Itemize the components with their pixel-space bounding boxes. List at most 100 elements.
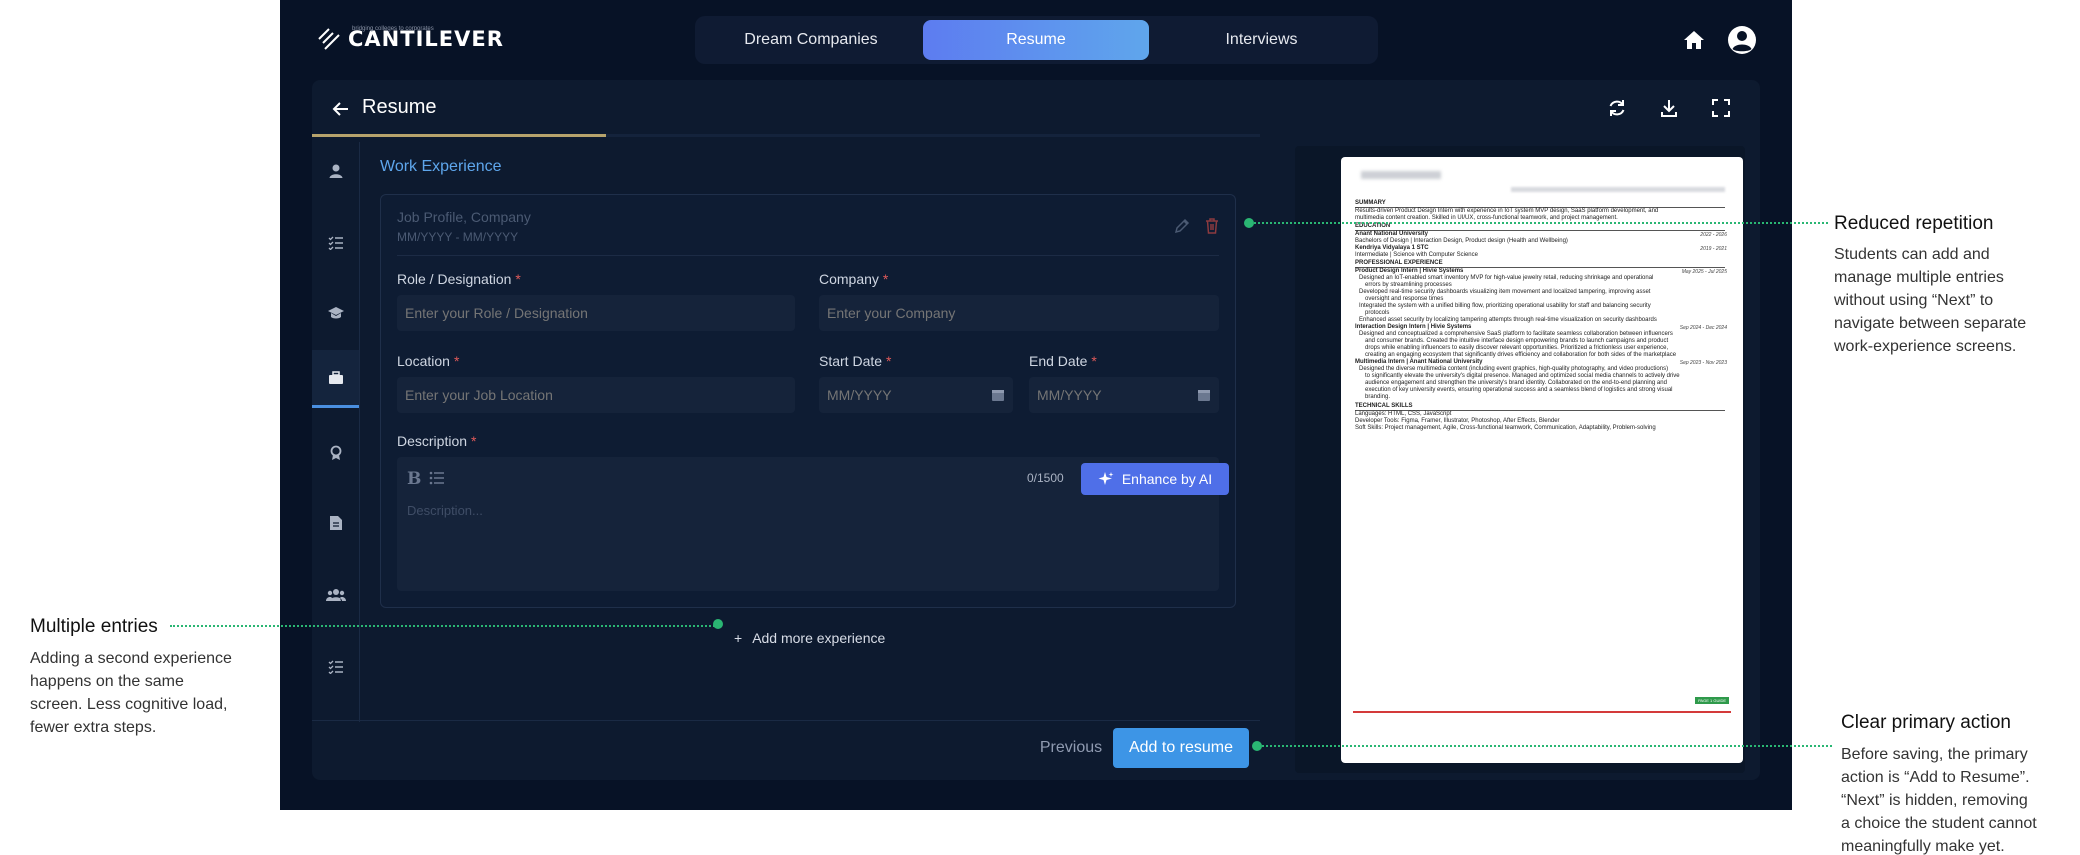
refresh-icon[interactable]: [1606, 97, 1628, 119]
page-guide-badge: PAGE 1 GUIDE: [1695, 697, 1729, 704]
resume-line: creating an engaging ecosystem that sign…: [1365, 352, 1677, 358]
resume-line: protocols: [1365, 310, 1390, 316]
back-arrow-icon[interactable]: [330, 98, 352, 120]
briefcase-icon: [328, 370, 343, 384]
bullet-list-icon[interactable]: [429, 471, 445, 485]
card-divider: [397, 255, 1219, 256]
resume-line: errors by streamlining processes: [1365, 282, 1452, 288]
sidebar-item-certificates[interactable]: [312, 494, 359, 552]
resume-line: to significantly elevate the university'…: [1365, 373, 1680, 379]
annotation-connector: [1254, 222, 1828, 224]
award-icon: [330, 445, 341, 460]
tab-resume[interactable]: Resume: [923, 20, 1149, 60]
annotation-reduced-repetition-body: Students can add and manage multiple ent…: [1834, 246, 2027, 355]
page-title: Resume: [362, 96, 437, 118]
resume-line: audience engagement and strengthen the u…: [1365, 380, 1667, 386]
resume-line: Integrated the system with a unified bil…: [1359, 303, 1651, 309]
description-editor[interactable]: B 0/1500 Enhance by AI Description...: [397, 457, 1229, 591]
app-window: CANTILEVER bridging colleges to corporat…: [280, 0, 1792, 810]
resume-line: Languages: HTML, CSS, JavaScript: [1355, 411, 1452, 417]
resume-line: Soft Skills: Project management, Agile, …: [1355, 425, 1656, 431]
end-date-input[interactable]: [1029, 377, 1219, 413]
card-dates: MM/YYYY - MM/YYYY: [397, 230, 519, 244]
resume-line: oversight and response times: [1365, 296, 1444, 302]
previous-button[interactable]: Previous: [1026, 728, 1116, 768]
annotation-multiple-entries-title: Multiple entries: [30, 616, 158, 637]
resume-line: Product Design Intern | Hivie Systems: [1355, 268, 1464, 274]
resume-section-heading: EDUCATION: [1355, 223, 1725, 231]
sparkle-icon: [1098, 472, 1114, 485]
role-label: Role / Designation *: [397, 271, 521, 287]
resume-line: drops while enabling influencers to easi…: [1365, 345, 1669, 351]
annotation-primary-action-body: Before saving, the primary action is “Ad…: [1841, 746, 2037, 855]
edit-pencil-icon[interactable]: [1173, 217, 1191, 235]
annotation-marker: [1252, 741, 1262, 751]
resume-line: branding.: [1365, 394, 1391, 400]
sidebar-item-experience[interactable]: [312, 350, 359, 408]
resume-date: 2022 - 2026: [1700, 232, 1727, 238]
character-counter: 0/1500: [1027, 471, 1064, 485]
calendar-icon[interactable]: [1197, 388, 1211, 402]
resume-date: Sep 2024 - Dec 2024: [1679, 325, 1727, 331]
sidebar-item-achievements[interactable]: [312, 424, 359, 482]
document-icon: [329, 516, 342, 530]
logo-mark-icon: [318, 28, 340, 50]
sidebar-item-summary[interactable]: [312, 214, 359, 272]
resume-line: Kendriya Vidyalaya 1 STC: [1355, 245, 1429, 251]
sidebar-item-personal[interactable]: [312, 142, 359, 200]
panel-header: Resume: [312, 80, 1760, 137]
plus-icon: +: [734, 630, 743, 646]
resume-line: Anant National University: [1355, 231, 1429, 237]
start-date-label: Start Date *: [819, 353, 892, 369]
calendar-icon[interactable]: [991, 388, 1005, 402]
resume-line: Multimedia Intern | Anant National Unive…: [1355, 359, 1483, 365]
resume-preview-page[interactable]: SUMMARY Results-driven Product Design In…: [1341, 157, 1743, 763]
sidebar-item-education[interactable]: [312, 284, 359, 342]
resume-date: 2019 - 2021: [1700, 246, 1727, 252]
tab-interviews[interactable]: Interviews: [1149, 20, 1374, 60]
annotation-connector: [170, 625, 718, 627]
enhance-ai-button[interactable]: Enhance by AI: [1081, 463, 1229, 495]
annotation-primary-action-title: Clear primary action: [1841, 712, 2011, 733]
annotation-marker: [713, 619, 723, 629]
fullscreen-icon[interactable]: [1710, 97, 1732, 119]
home-icon[interactable]: [1682, 28, 1706, 52]
section-sidebar: [312, 142, 360, 722]
location-input[interactable]: [397, 377, 795, 413]
resume-section-heading: TECHNICAL SKILLS: [1355, 403, 1725, 411]
top-navigation: CANTILEVER bridging colleges to corporat…: [280, 0, 1792, 80]
footer-divider: [312, 720, 1260, 721]
add-to-resume-button[interactable]: Add to resume: [1113, 728, 1249, 768]
user-avatar-icon[interactable]: [1727, 25, 1757, 55]
bold-format-icon[interactable]: B: [407, 469, 421, 489]
progress-fill: [312, 134, 606, 137]
resume-line: Interaction Design Intern | Hivie System…: [1355, 324, 1472, 330]
start-date-input[interactable]: [819, 377, 1013, 413]
company-input[interactable]: [819, 295, 1219, 331]
resume-line: Developer Tools: Figma, Framer, Illustra…: [1355, 418, 1560, 424]
resume-name-blurred: [1361, 171, 1441, 179]
annotation-multiple-entries-body: Adding a second experience happens on th…: [30, 650, 232, 736]
role-input[interactable]: [397, 295, 795, 331]
resume-date: May 2025 - Jul 2025: [1681, 269, 1727, 275]
resume-line: and consumer brands. Created the intuiti…: [1365, 338, 1669, 344]
list-check-icon: [328, 236, 343, 250]
resume-line: execution of key university events, ensu…: [1365, 387, 1673, 393]
resume-line: Bachelors of Design | Interaction Design…: [1355, 238, 1568, 244]
description-label: Description *: [397, 433, 477, 449]
sidebar-item-references[interactable]: [312, 566, 359, 624]
resume-line: Results-driven Product Design Intern wit…: [1355, 208, 1659, 214]
company-label: Company *: [819, 271, 889, 287]
page-break-line: [1353, 711, 1731, 713]
tab-dream-companies[interactable]: Dream Companies: [699, 20, 923, 60]
annotation-reduced-repetition-title: Reduced repetition: [1834, 213, 1994, 234]
resume-line: Developed real-time security dashboards …: [1359, 289, 1651, 295]
sidebar-item-skills[interactable]: [312, 638, 359, 696]
progress-bar: [312, 134, 1260, 137]
download-icon[interactable]: [1658, 97, 1680, 119]
enhance-ai-label: Enhance by AI: [1121, 471, 1213, 487]
delete-trash-icon[interactable]: [1203, 217, 1221, 235]
location-label: Location *: [397, 353, 460, 369]
users-icon: [325, 589, 346, 601]
add-more-experience-button[interactable]: + Add more experience: [734, 630, 885, 646]
